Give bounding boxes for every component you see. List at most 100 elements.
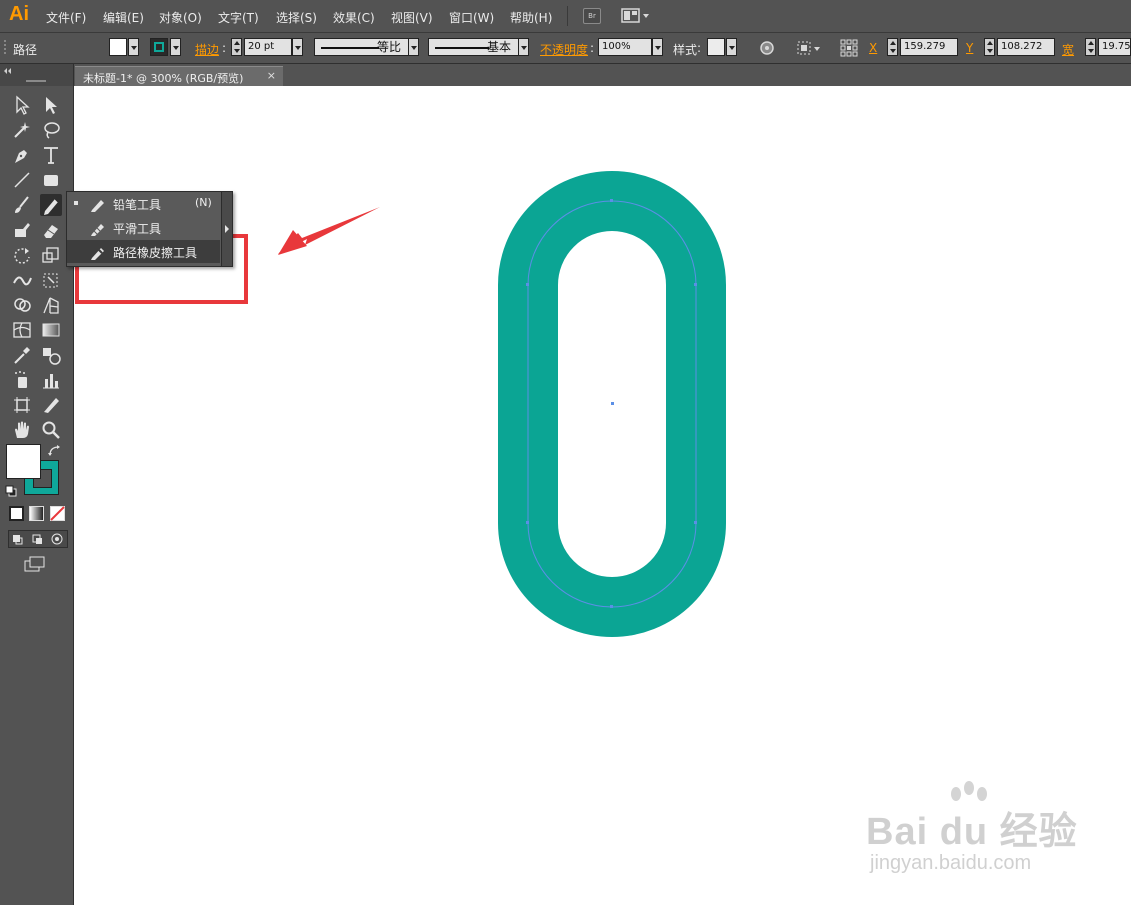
- gradient-mode-button[interactable]: [29, 506, 44, 521]
- bridge-button[interactable]: Br: [583, 8, 601, 24]
- anchor-point[interactable]: [610, 199, 613, 202]
- mesh-tool-icon[interactable]: [11, 319, 33, 341]
- none-mode-button[interactable]: [50, 506, 65, 521]
- flyout-item-label: 路径橡皮擦工具: [113, 246, 198, 260]
- selection-tool-icon[interactable]: [11, 94, 33, 116]
- scale-tool-icon[interactable]: [40, 244, 62, 266]
- anchor-point[interactable]: [526, 521, 529, 524]
- brush-label: 基本: [486, 40, 511, 54]
- draw-inside-icon: [51, 533, 63, 545]
- swap-fill-stroke-icon[interactable]: [47, 444, 63, 458]
- menu-bar: Ai 文件(F) 编辑(E) 对象(O) 文字(T) 选择(S) 效果(C) 视…: [0, 0, 1131, 33]
- flyout-item-pencil[interactable]: 铅笔工具 (N): [67, 192, 220, 215]
- draw-normal-icon: [13, 535, 23, 545]
- blend-tool-icon[interactable]: [40, 344, 62, 366]
- opacity-input[interactable]: 100%: [598, 38, 652, 56]
- width-spinner[interactable]: [1085, 38, 1096, 56]
- fill-swatch[interactable]: [109, 38, 127, 56]
- pen-tool-icon[interactable]: [11, 144, 33, 166]
- default-colors-icon[interactable]: [5, 485, 19, 499]
- stroke-weight-input[interactable]: 20 pt: [244, 38, 292, 56]
- stroke-swatch[interactable]: [150, 38, 168, 56]
- brush-definition-select[interactable]: 基本: [428, 38, 520, 56]
- fill-color-box[interactable]: [6, 444, 41, 479]
- hand-tool-icon[interactable]: [11, 419, 33, 441]
- brush-dropdown[interactable]: [518, 38, 529, 56]
- artboard-tool-icon[interactable]: [11, 394, 33, 416]
- type-tool-icon[interactable]: [40, 144, 62, 166]
- graphic-style-dropdown[interactable]: [726, 38, 737, 56]
- control-bar: 路径 描边 : 20 pt 等比 基本 不透明度 : 100% 样式 : X 1…: [0, 33, 1131, 64]
- flyout-tearoff-handle[interactable]: [221, 192, 232, 266]
- y-spinner[interactable]: [984, 38, 995, 56]
- symbol-sprayer-tool-icon[interactable]: [11, 369, 33, 391]
- path-eraser-icon: [91, 248, 104, 260]
- document-tab[interactable]: 未标题-1* @ 300% (RGB/预览) ×: [75, 66, 283, 87]
- menu-type[interactable]: 文字(T): [218, 9, 259, 26]
- x-input[interactable]: 159.279: [900, 38, 958, 56]
- lasso-tool-icon[interactable]: [40, 119, 62, 141]
- free-transform-tool-icon[interactable]: [40, 269, 62, 291]
- anchor-point[interactable]: [694, 521, 697, 524]
- recolor-artwork-icon[interactable]: [758, 39, 776, 57]
- stroke-profile-select[interactable]: 等比: [314, 38, 410, 56]
- stroke-profile-dropdown[interactable]: [408, 38, 419, 56]
- screen-mode-icon[interactable]: [24, 556, 46, 572]
- x-spinner[interactable]: [887, 38, 898, 56]
- eraser-tool-icon[interactable]: [40, 219, 62, 241]
- menu-object[interactable]: 对象(O): [159, 9, 202, 26]
- line-segment-tool-icon[interactable]: [11, 169, 33, 191]
- menu-view[interactable]: 视图(V): [391, 9, 433, 26]
- x-label[interactable]: X: [869, 41, 877, 55]
- stroke-weight-dropdown[interactable]: [292, 38, 303, 56]
- anchor-point[interactable]: [694, 283, 697, 286]
- opacity-label[interactable]: 不透明度: [540, 41, 588, 58]
- anchor-point[interactable]: [610, 605, 613, 608]
- color-mode-button[interactable]: [9, 506, 24, 521]
- tools-panel-header[interactable]: [0, 64, 73, 86]
- panel-grip-icon[interactable]: [2, 37, 8, 59]
- menu-edit[interactable]: 编辑(E): [103, 9, 144, 26]
- stroke-label[interactable]: 描边: [195, 41, 219, 58]
- smooth-tool-icon: [91, 224, 104, 236]
- eyedropper-tool-icon[interactable]: [11, 344, 33, 366]
- close-tab-icon[interactable]: ×: [267, 69, 276, 82]
- pencil-tool-icon[interactable]: [40, 194, 62, 216]
- menu-help[interactable]: 帮助(H): [510, 9, 552, 26]
- rectangle-tool-icon[interactable]: [40, 169, 62, 191]
- fill-dropdown[interactable]: [128, 38, 139, 56]
- flyout-item-smooth[interactable]: 平滑工具: [67, 216, 220, 239]
- blob-brush-tool-icon[interactable]: [11, 219, 33, 241]
- stroke-color-dropdown[interactable]: [170, 38, 181, 56]
- gradient-tool-icon[interactable]: [40, 319, 62, 341]
- align-options-icon[interactable]: [796, 39, 822, 57]
- opacity-dropdown[interactable]: [652, 38, 663, 56]
- zoom-tool-icon[interactable]: [40, 419, 62, 441]
- perspective-grid-tool-icon[interactable]: [40, 294, 62, 316]
- y-label[interactable]: Y: [966, 41, 973, 55]
- width-tool-icon[interactable]: [11, 269, 33, 291]
- stroke-weight-spinner[interactable]: [231, 38, 242, 56]
- magic-wand-tool-icon[interactable]: [11, 119, 33, 141]
- rotate-tool-icon[interactable]: [11, 244, 33, 266]
- width-input[interactable]: 19.75: [1098, 38, 1131, 56]
- y-input[interactable]: 108.272: [997, 38, 1055, 56]
- column-graph-tool-icon[interactable]: [40, 369, 62, 391]
- menu-select[interactable]: 选择(S): [276, 9, 317, 26]
- menu-window[interactable]: 窗口(W): [449, 9, 494, 26]
- flyout-item-path-eraser[interactable]: 路径橡皮擦工具: [67, 240, 220, 263]
- direct-selection-tool-icon[interactable]: [40, 94, 62, 116]
- style-colon: :: [697, 41, 702, 55]
- paintbrush-tool-icon[interactable]: [11, 194, 33, 216]
- shape-builder-tool-icon[interactable]: [11, 294, 33, 316]
- reference-point-icon[interactable]: [840, 39, 858, 57]
- workspace-switcher-button[interactable]: [621, 7, 651, 25]
- anchor-point[interactable]: [526, 283, 529, 286]
- menu-effect[interactable]: 效果(C): [333, 9, 375, 26]
- menu-file[interactable]: 文件(F): [46, 9, 86, 26]
- slice-tool-icon[interactable]: [40, 394, 62, 416]
- style-label: 样式: [673, 43, 698, 57]
- width-label[interactable]: 宽: [1062, 41, 1074, 58]
- flyout-item-label: 铅笔工具: [113, 198, 162, 212]
- graphic-style-swatch[interactable]: [707, 38, 725, 56]
